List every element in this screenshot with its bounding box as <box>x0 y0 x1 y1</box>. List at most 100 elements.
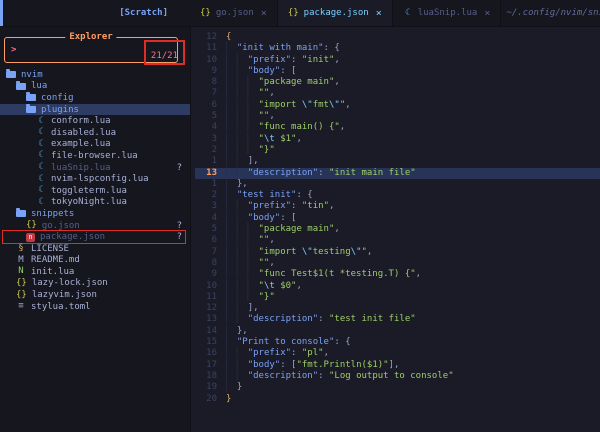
editor-line[interactable]: 12 { <box>195 32 600 43</box>
tree-item-go.json[interactable]: {} go.json? <box>0 220 190 232</box>
editor-line[interactable]: 7 ▏ ▏ ▏ "", <box>195 88 600 99</box>
tree-item-disabled.lua[interactable]: ☾ disabled.lua <box>0 127 190 139</box>
tree-item-nvim[interactable]: nvim <box>0 69 190 81</box>
tree-item-conform.lua[interactable]: ☾ conform.lua <box>0 115 190 127</box>
editor-line[interactable]: 12 ▏ ▏ ], <box>195 303 600 314</box>
editor-line[interactable]: 8 ▏ ▏ ▏ "package main", <box>195 77 600 88</box>
tree-item-label: go.json <box>41 220 80 231</box>
tree-item-file-browser.lua[interactable]: ☾ file-browser.lua <box>0 150 190 162</box>
tree-item-toggleterm.lua[interactable]: ☾ toggleterm.lua <box>0 185 190 197</box>
line-number: 5 <box>211 111 217 122</box>
indent-guide: ▏ <box>226 43 237 54</box>
line-number: 1 <box>211 156 217 167</box>
line-number: 7 <box>211 246 217 257</box>
editor-line[interactable]: 15 ▏ "Print to console": { <box>195 337 600 348</box>
tree-item-example.lua[interactable]: ☾ example.lua <box>0 139 190 151</box>
indent-guide: ▏ <box>226 325 237 336</box>
line-number: 11 <box>206 43 217 54</box>
line-content: ▏ ▏ "description": "init main file" <box>226 167 416 178</box>
tab-luaSnip.lua[interactable]: ☾ luaSnip.lua × <box>393 0 502 26</box>
indent-guide: ▏ ▏ ▏ <box>226 291 259 302</box>
indent-guide: ▏ ▏ <box>226 359 248 370</box>
folder-open-icon <box>16 208 26 218</box>
editor-line[interactable]: 5 ▏ ▏ ▏ "package main", <box>195 224 600 235</box>
editor-line[interactable]: 5 ▏ ▏ ▏ "", <box>195 111 600 122</box>
editor-line[interactable]: 3 ▏ ▏ "prefix": "tin", <box>195 201 600 212</box>
line-content: ▏ ▏ "body": ["fmt.Println($1)"], <box>226 359 400 370</box>
editor-line[interactable]: 8 ▏ ▏ ▏ "", <box>195 258 600 269</box>
tabline-left-section: [Scratch] <box>0 0 190 26</box>
editor-line[interactable]: 20} <box>195 394 600 405</box>
tab-go.json[interactable]: {} go.json × <box>190 0 278 26</box>
editor-line[interactable]: 10 ▏ ▏ "prefix": "init", <box>195 55 600 66</box>
tree-item-lua[interactable]: lua <box>0 80 190 93</box>
editor-line[interactable]: 14 ▏ }, <box>195 326 600 337</box>
main-split: Explorer > 21/21 nvim lua config plugins ☾ co… <box>0 27 600 432</box>
indent-guide: ▏ ▏ ▏ <box>226 235 259 246</box>
line-number: 17 <box>206 359 217 370</box>
tree-item-tokyoNight.lua[interactable]: ☾ tokyoNight.lua <box>0 197 190 209</box>
indent-guide: ▏ ▏ <box>226 212 248 223</box>
tree-item-nvim-lspconfig.lua[interactable]: ☾ nvim-lspconfig.lua <box>0 173 190 185</box>
tree-item-config[interactable]: config <box>0 92 190 104</box>
line-content: { <box>226 32 232 42</box>
tree-item-luaSnip.lua[interactable]: ☾ luaSnip.lua? <box>0 162 190 174</box>
filter-prompt[interactable]: > <box>11 45 16 55</box>
tree-item-lazy-lock.json[interactable]: {} lazy-lock.json <box>0 278 190 290</box>
editor-line[interactable]: 10 ▏ ▏ ▏ "\t $0", <box>195 281 600 292</box>
lua-icon: ☾ <box>38 138 44 149</box>
tree-item-README.md[interactable]: M README.md <box>0 255 190 267</box>
editor-window[interactable]: 12{11 ▏ "init with main": {10 ▏ ▏ "prefix"… <box>191 27 600 432</box>
tree-item-lazyvim.json[interactable]: {} lazyvim.json <box>0 289 190 301</box>
indent-guide: ▏ ▏ ▏ <box>226 77 259 88</box>
folder-open-icon <box>6 69 16 79</box>
editor-line[interactable]: 13 ▏ ▏ "description": "test init file" <box>195 314 600 325</box>
line-number: 9 <box>211 65 217 76</box>
lua-icon: ☾ <box>38 196 44 207</box>
tree-item-label: stylua.toml <box>31 301 91 312</box>
line-number: 6 <box>211 99 217 110</box>
tab-label: package.json <box>303 8 369 18</box>
tree-item-plugins[interactable]: plugins <box>0 103 190 116</box>
editor-line[interactable]: 4 ▏ ▏ "body": [ <box>195 213 600 224</box>
editor-line[interactable]: 9 ▏ ▏ ▏ "func Test$1(t *testing.T) {", <box>195 269 600 280</box>
tree-item-init.lua[interactable]: Ninit.lua <box>0 266 190 278</box>
line-number: 13 <box>206 314 217 325</box>
line-content: ▏ ▏ ▏ "func Test$1(t *testing.T) {", <box>226 269 422 280</box>
line-number: 15 <box>206 337 217 348</box>
line-number: 16 <box>206 348 217 359</box>
tree-item-snippets[interactable]: snippets <box>0 208 190 220</box>
editor-line[interactable]: 1 ▏ ▏ ], <box>195 156 600 167</box>
editor-line[interactable]: 4 ▏ ▏ ▏ "func main() {", <box>195 122 600 133</box>
close-icon[interactable]: × <box>484 8 490 19</box>
editor-line[interactable]: 18 ▏ ▏ "description": "Log output to cons… <box>195 371 600 382</box>
line-number: 13 <box>206 167 217 178</box>
editor-line[interactable]: 17 ▏ ▏ "body": ["fmt.Println($1)"], <box>195 360 600 371</box>
editor-line[interactable]: 3 ▏ ▏ ▏ "\t $1", <box>195 134 600 145</box>
close-icon[interactable]: × <box>376 8 382 19</box>
line-content: ▏ }, <box>226 178 248 189</box>
close-icon[interactable]: × <box>261 8 267 19</box>
annotation-box-count: 21/21 <box>143 40 185 65</box>
editor-line[interactable]: 9 ▏ ▏ "body": [ <box>195 66 600 77</box>
editor-line[interactable]: 2 ▏ "test init": { <box>195 190 600 201</box>
editor-line[interactable]: 11 ▏ "init with main": { <box>195 43 600 54</box>
indent-guide: ▏ ▏ <box>226 156 248 167</box>
editor-line[interactable]: 1 ▏ }, <box>195 179 600 190</box>
tree-item-LICENSE[interactable]: § LICENSE <box>0 243 190 255</box>
line-number: 18 <box>206 370 217 381</box>
editor-line[interactable]: 16 ▏ ▏ "prefix": "pl", <box>195 348 600 359</box>
line-content: ▏ ▏ ▏ "}" <box>226 291 275 302</box>
indent-guide: ▏ ▏ ▏ <box>226 280 259 291</box>
editor-line[interactable]: 2 ▏ ▏ ▏ "}" <box>195 145 600 156</box>
editor-line[interactable]: 6 ▏ ▏ ▏ "import \"fmt\"", <box>195 100 600 111</box>
line-content: ▏ "Print to console": { <box>226 337 351 348</box>
tab-package.json[interactable]: {} package.json × <box>277 0 393 26</box>
editor-line[interactable]: 19 ▏ } <box>195 382 600 393</box>
tree-item-stylua.toml[interactable]: ≡ stylua.toml <box>0 301 190 313</box>
editor-line[interactable]: 11 ▏ ▏ ▏ "}" <box>195 292 600 303</box>
editor-line[interactable]: 6 ▏ ▏ ▏ "", <box>195 235 600 246</box>
tree-item-package.json[interactable]: n package.json? <box>0 230 190 244</box>
editor-line[interactable]: 7 ▏ ▏ ▏ "import \"testing\"", <box>195 247 600 258</box>
editor-cursor-line[interactable]: 13 ▏ ▏ "description": "init main file" <box>195 167 600 179</box>
